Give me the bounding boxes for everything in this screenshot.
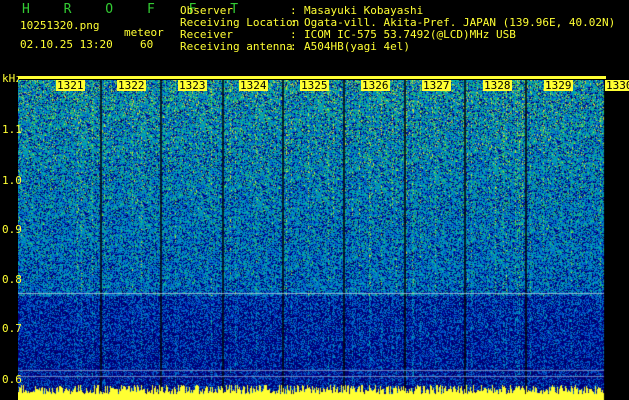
minute-marker: 1324 <box>239 79 268 92</box>
minute-marker: 1329 <box>544 79 573 92</box>
y-tick-label: 0.6 <box>2 373 22 386</box>
minute-marker: 1325 <box>300 79 329 92</box>
minute-marker: 1323 <box>178 79 207 92</box>
info-separator: : <box>290 40 297 53</box>
minute-marker: 1322 <box>117 79 146 92</box>
y-tick-label: 1.1 <box>2 123 22 136</box>
spectrogram <box>18 80 606 400</box>
y-tick-label: 0.7 <box>2 322 22 335</box>
minute-marker: 1326 <box>361 79 390 92</box>
y-tick-label: 0.9 <box>2 223 22 236</box>
minute-marker: 1330 <box>605 80 629 91</box>
info-key: Receiving antenna <box>180 40 293 53</box>
minute-marker: 1321 <box>56 79 85 92</box>
y-tick-label: 1.0 <box>2 174 22 187</box>
file-name: 10251320.png <box>20 19 100 32</box>
y-tick-label: 0.8 <box>2 273 22 286</box>
station-info: Observer: Masayuki Kobayashi Receiving Lo… <box>180 5 615 53</box>
minute-marker: 1327 <box>422 79 451 92</box>
info-value: A504HB(yagi 4el) <box>304 40 410 53</box>
minute-marker: 1328 <box>483 79 512 92</box>
info-row-antenna: Receiving antenna: A504HB(yagi 4el) <box>180 41 615 53</box>
date-time: 02.10.25 13:20 <box>20 38 113 51</box>
meteor-count: 60 <box>140 38 154 51</box>
